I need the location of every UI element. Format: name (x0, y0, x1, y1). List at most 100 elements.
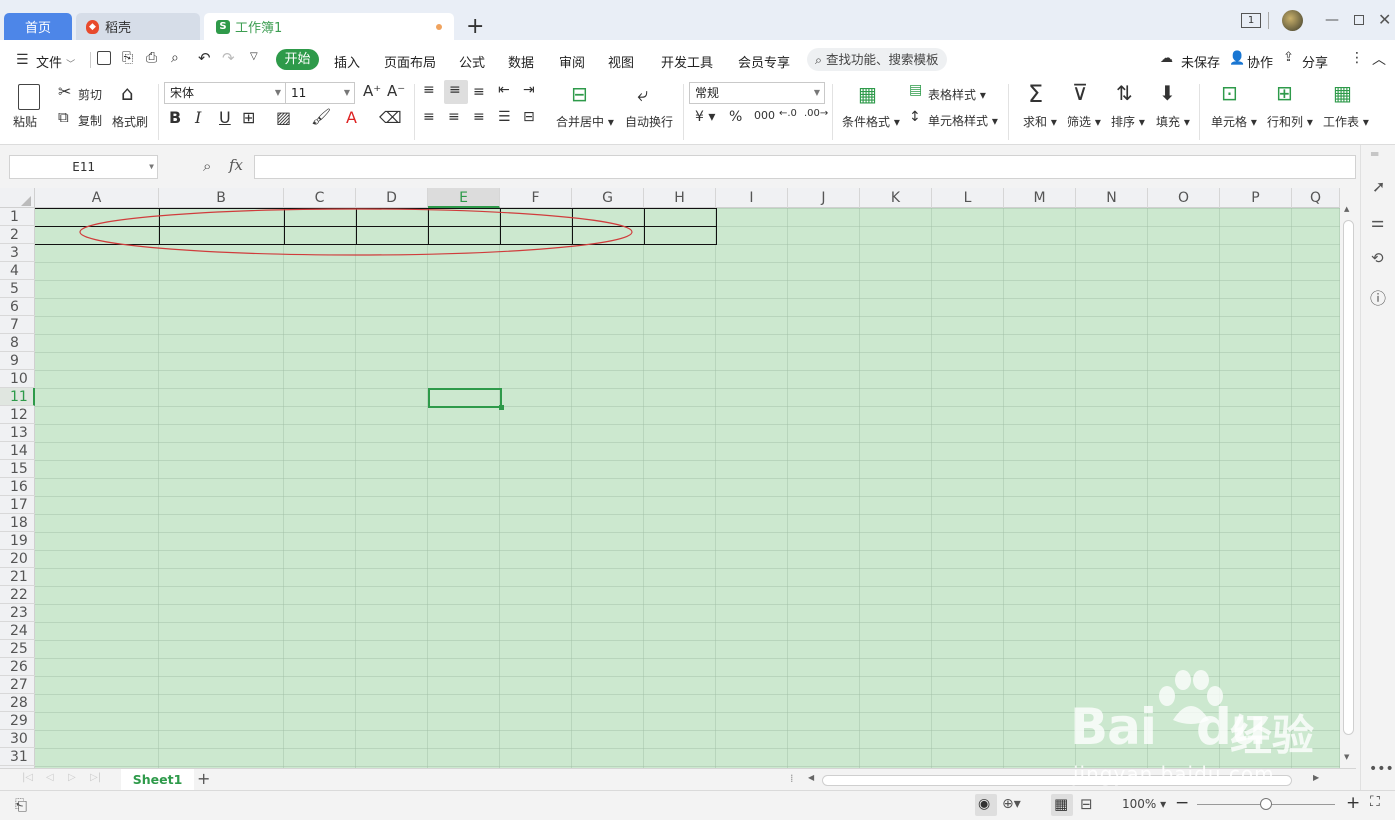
cell-style-button[interactable]: 单元格样式 ▾ (928, 112, 998, 129)
thousands-icon[interactable]: 000 (754, 109, 775, 122)
row-header-1[interactable]: 1 (0, 208, 35, 226)
maximize-icon[interactable] (1354, 15, 1364, 25)
menu-formula[interactable]: 公式 (459, 52, 485, 71)
column-header-l[interactable]: L (932, 188, 1004, 208)
panel-handle-icon[interactable]: ═ (1371, 147, 1378, 161)
row-header-6[interactable]: 6 (0, 298, 35, 316)
increase-decimal-icon[interactable]: ←.0 (779, 108, 797, 119)
fx-icon[interactable]: fx (229, 156, 243, 174)
cut-button[interactable]: 剪切 (78, 86, 102, 103)
eraser-icon[interactable]: ⌫ (379, 108, 402, 127)
menu-data[interactable]: 数据 (508, 52, 534, 71)
row-header-5[interactable]: 5 (0, 280, 35, 298)
column-header-o[interactable]: O (1148, 188, 1220, 208)
normal-view-button[interactable]: ▦ (1051, 794, 1073, 816)
zoom-in-button[interactable]: + (1346, 793, 1360, 813)
eye-protection-button[interactable]: ◉ (975, 794, 997, 816)
row-header-31[interactable]: 31 (0, 748, 35, 766)
redo-icon[interactable]: ↷ (222, 49, 235, 67)
distributed-icon[interactable]: ⊟ (523, 109, 535, 125)
align-right-icon[interactable]: ≡ (473, 109, 485, 125)
sum-button[interactable]: 求和 ▾ (1023, 113, 1057, 130)
row-header-24[interactable]: 24 (0, 622, 35, 640)
row-header-17[interactable]: 17 (0, 496, 35, 514)
row-header-16[interactable]: 16 (0, 478, 35, 496)
menu-view[interactable]: 视图 (608, 52, 634, 71)
new-tab-button[interactable]: + (466, 14, 484, 39)
row-header-13[interactable]: 13 (0, 424, 35, 442)
select-pointer-icon[interactable]: ➚ (1372, 177, 1385, 196)
properties-sliders-icon[interactable]: ⚌ (1371, 213, 1384, 231)
row-header-30[interactable]: 30 (0, 730, 35, 748)
column-header-j[interactable]: J (788, 188, 860, 208)
bold-icon[interactable]: B (169, 108, 181, 127)
zoom-level[interactable]: 100% ▾ (1122, 797, 1166, 811)
tab-home[interactable]: 首页 (4, 13, 72, 40)
sheet-nav-first-icon[interactable]: |◁ (22, 772, 33, 783)
row-header-18[interactable]: 18 (0, 514, 35, 532)
print-preview-icon[interactable]: ⌕ (171, 50, 179, 66)
italic-icon[interactable]: I (195, 108, 201, 127)
paste-icon[interactable] (18, 84, 40, 110)
save-icon[interactable] (97, 51, 111, 65)
minimize-icon[interactable]: — (1325, 12, 1339, 28)
fullscreen-icon[interactable]: ⛶ (1370, 794, 1380, 810)
align-left-icon[interactable]: ≡ (423, 109, 435, 125)
menu-member[interactable]: 会员专享 (738, 52, 790, 71)
hamburger-icon[interactable]: ☰ (16, 52, 29, 68)
align-bottom-icon[interactable]: ≡ (473, 84, 485, 100)
sheet-nav-last-icon[interactable]: ▷| (90, 772, 101, 783)
row-header-29[interactable]: 29 (0, 712, 35, 730)
add-sheet-button[interactable]: + (197, 769, 210, 788)
hscroll-split-icon[interactable]: ⁞ (790, 772, 794, 785)
row-header-14[interactable]: 14 (0, 442, 35, 460)
reading-mode-icon[interactable]: ⊕▾ (1002, 796, 1021, 812)
select-all-corner[interactable] (0, 188, 35, 208)
decrease-font-icon[interactable]: A⁻ (387, 82, 405, 100)
page-break-view-icon[interactable]: ⊟ (1080, 795, 1093, 813)
row-header-28[interactable]: 28 (0, 694, 35, 712)
row-header-27[interactable]: 27 (0, 676, 35, 694)
row-header-8[interactable]: 8 (0, 334, 35, 352)
unsaved-status[interactable]: 未保存 (1181, 52, 1220, 71)
menu-review[interactable]: 审阅 (559, 52, 585, 71)
column-header-m[interactable]: M (1004, 188, 1076, 208)
font-color-icon[interactable]: A (346, 108, 357, 127)
align-top-icon[interactable]: ≡ (423, 82, 435, 98)
format-painter-button[interactable]: 格式刷 (112, 113, 148, 130)
customize-chevron-icon[interactable]: ▽ (250, 51, 258, 62)
merge-center-button[interactable]: 合并居中 ▾ (556, 113, 614, 130)
menu-file[interactable]: 文件 ﹀ (36, 52, 75, 71)
menu-start[interactable]: 开始 (276, 49, 319, 70)
backup-icon[interactable]: ⟲ (1371, 249, 1384, 267)
fill-color-icon[interactable]: 🖌 (311, 107, 331, 126)
sheet-nav-prev-icon[interactable]: ◁ (46, 772, 54, 783)
underline-icon[interactable]: U (219, 108, 231, 127)
row-header-23[interactable]: 23 (0, 604, 35, 622)
column-header-k[interactable]: K (860, 188, 932, 208)
column-header-h[interactable]: H (644, 188, 716, 208)
row-header-26[interactable]: 26 (0, 658, 35, 676)
fill-button[interactable]: 填充 ▾ (1156, 113, 1190, 130)
row-header-21[interactable]: 21 (0, 568, 35, 586)
row-header-25[interactable]: 25 (0, 640, 35, 658)
cell-fill-style-icon[interactable]: ▨ (276, 108, 291, 127)
table-style-button[interactable]: 表格样式 ▾ (928, 86, 986, 103)
help-icon[interactable]: ⓘ (1370, 285, 1386, 309)
justify-icon[interactable]: ☰ (498, 109, 511, 125)
formula-input[interactable] (254, 155, 1356, 179)
cell-button[interactable]: 单元格 ▾ (1211, 113, 1257, 130)
row-header-9[interactable]: 9 (0, 352, 35, 370)
zoom-slider-thumb[interactable] (1260, 798, 1272, 810)
conditional-format-button[interactable]: 条件格式 ▾ (842, 113, 900, 130)
row-header-4[interactable]: 4 (0, 262, 35, 280)
active-cell[interactable] (428, 388, 504, 410)
copy-button[interactable]: 复制 (78, 112, 102, 129)
worksheet-button[interactable]: 工作表 ▾ (1323, 113, 1369, 130)
close-icon[interactable]: ✕ (1378, 10, 1391, 29)
avatar[interactable] (1282, 10, 1303, 31)
decrease-indent-icon[interactable]: ⇤ (498, 82, 510, 98)
column-header-n[interactable]: N (1076, 188, 1148, 208)
row-header-19[interactable]: 19 (0, 532, 35, 550)
percent-icon[interactable]: % (729, 109, 742, 125)
